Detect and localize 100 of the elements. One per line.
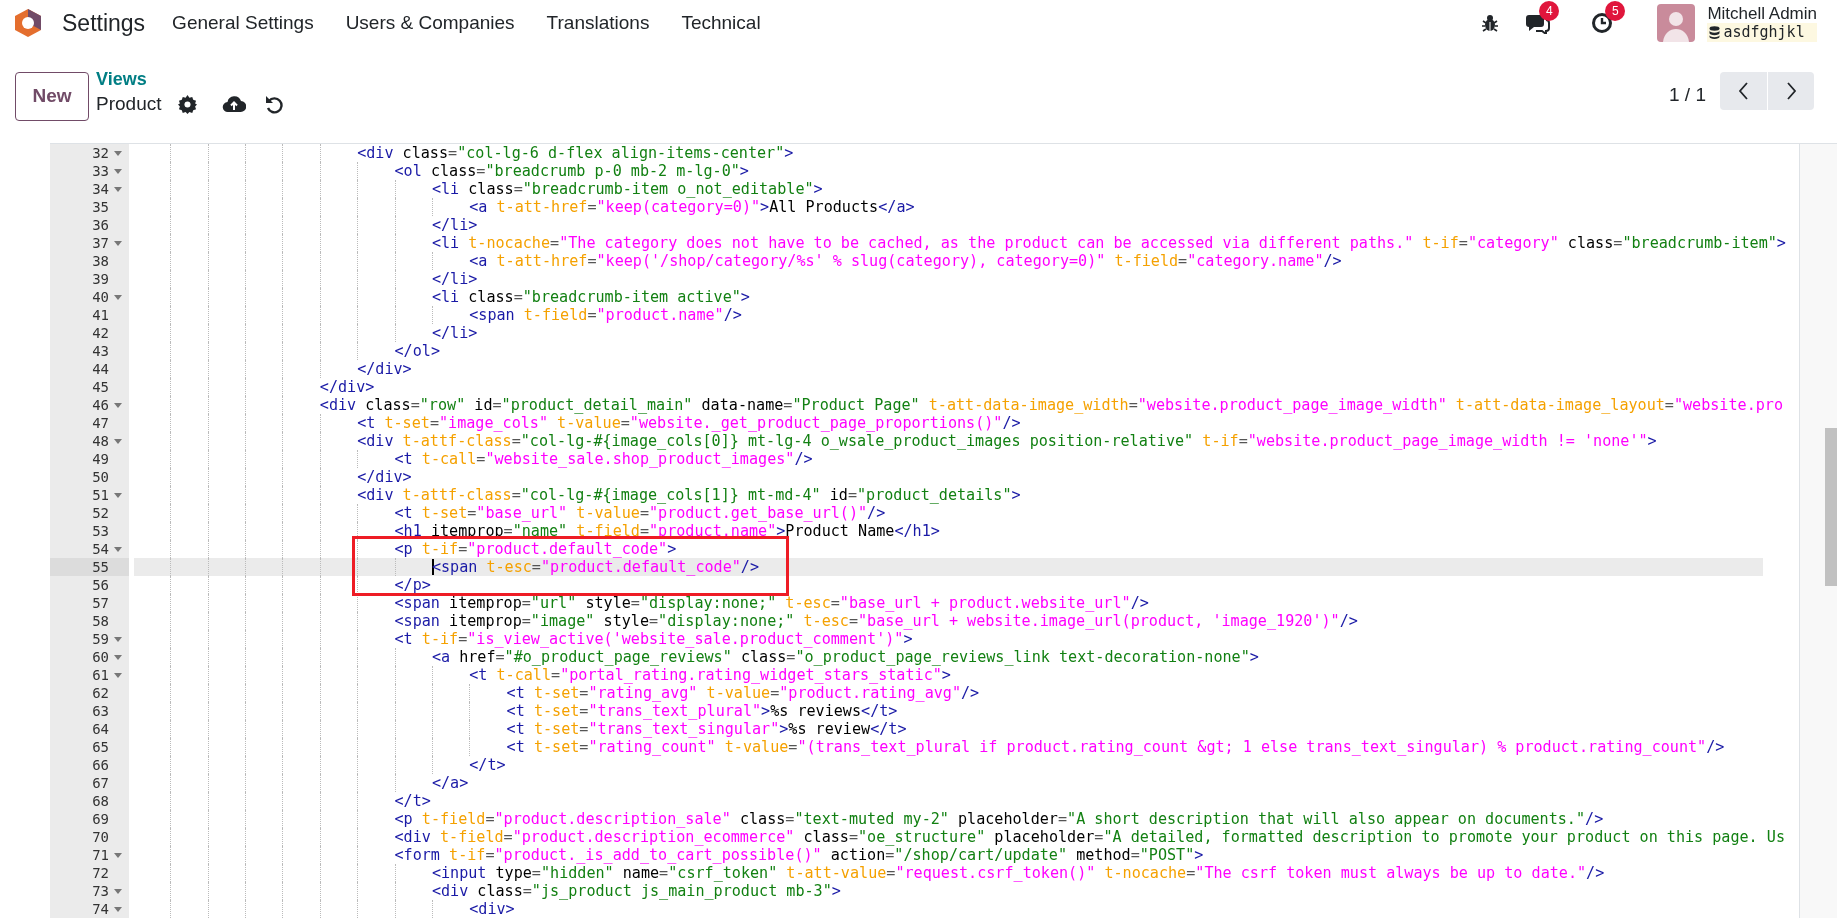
- code-line: <t t-set="trans_text_singular">%s review</t>: [506, 719, 907, 740]
- chevron-right-icon: [1785, 82, 1797, 100]
- line-number: 51: [92, 485, 109, 505]
- line-number: 48: [92, 431, 109, 451]
- code-line: <div class="col-lg-6 d-flex align-items-center">: [357, 144, 794, 164]
- line-number: 66: [92, 755, 109, 775]
- line-number: 42: [92, 323, 109, 343]
- line-number: 46: [92, 395, 109, 415]
- fold-toggle-icon[interactable]: [114, 402, 122, 408]
- line-number: 71: [92, 845, 109, 865]
- line-number: 33: [92, 161, 109, 181]
- line-number: 50: [92, 467, 109, 487]
- code-line: <t t-set="image_cols" t-value="website._get_product_page_proportions()"/>: [357, 413, 1021, 434]
- cloud-upload-icon[interactable]: [222, 95, 247, 113]
- line-number: 74: [92, 899, 109, 918]
- record-name: Product: [96, 92, 162, 116]
- code-line: <a href="#o_product_page_reviews" class="o_product_page_reviews_link text-decoration-none">: [431, 647, 1259, 668]
- previous-button[interactable]: [1720, 72, 1767, 110]
- line-number: 53: [92, 521, 109, 541]
- line-number: 44: [92, 359, 109, 379]
- user-name: Mitchell Admin: [1707, 4, 1817, 23]
- fold-toggle-icon[interactable]: [114, 240, 122, 246]
- line-number: 65: [92, 737, 109, 757]
- line-number: 35: [92, 197, 109, 217]
- notification-badge: 5: [1605, 1, 1626, 21]
- line-number: 69: [92, 809, 109, 829]
- next-button[interactable]: [1767, 72, 1814, 110]
- settings-icon[interactable]: [178, 94, 198, 114]
- line-number: 56: [92, 575, 109, 595]
- code-line: </t>: [469, 754, 506, 776]
- breadcrumb-link[interactable]: Views: [96, 68, 284, 90]
- code-line: </a>: [431, 772, 469, 794]
- line-number: 68: [92, 791, 109, 811]
- fold-toggle-icon[interactable]: [114, 672, 122, 678]
- code-line: <t t-set="rating_count" t-value="(trans_text_plural if product.rating_count &gt; 1 else trans_text_singular) % product.rating_count"/>: [506, 737, 1725, 758]
- code-line: <t t-set="trans_text_plural">%s reviews</t>: [506, 701, 898, 722]
- line-number: 52: [92, 503, 109, 523]
- code-line: <span itemprop="image" style="display:none;" t-esc="base_url + website.image_url(product, 'image_1920')"/>: [394, 611, 1358, 632]
- database-icon: [1709, 26, 1721, 39]
- line-number: 49: [92, 449, 109, 469]
- fold-toggle-icon[interactable]: [114, 654, 122, 660]
- fold-toggle-icon[interactable]: [114, 492, 122, 498]
- line-number: 47: [92, 413, 109, 433]
- code-line: <li class="breadcrumb-item o_not_editable">: [431, 179, 823, 200]
- line-number: 39: [92, 269, 109, 289]
- fold-toggle-icon[interactable]: [114, 294, 122, 300]
- code-line: <div t-attf-class="col-lg-#{image_cols[0]} mt-lg-4 o_wsale_product_images position-relative" t-if="website.product_page_image_width != 'none'">: [357, 431, 1657, 452]
- clock-icon[interactable]: [1591, 12, 1614, 34]
- code-line: <form t-if="product._is_add_to_cart_possible()" action="/shop/cart/update" method="POST">: [394, 845, 1204, 866]
- app-title: Settings: [62, 8, 146, 38]
- line-number: 61: [92, 665, 109, 685]
- fold-toggle-icon[interactable]: [114, 168, 122, 174]
- avatar-icon[interactable]: [1657, 4, 1696, 42]
- line-number: 41: [92, 305, 109, 325]
- fold-toggle-icon[interactable]: [114, 906, 122, 912]
- line-number: 70: [92, 827, 109, 847]
- code-line: </p>: [394, 574, 431, 596]
- code-line: <input type="hidden" name="csrf_token" t-att-value="request.csrf_token()" t-nocache="The csrf token must always be up to date."/>: [431, 863, 1605, 884]
- menu-item[interactable]: Translations: [546, 8, 650, 38]
- line-number: 62: [92, 683, 109, 703]
- new-button[interactable]: New: [15, 72, 89, 121]
- line-number: 45: [92, 377, 109, 397]
- app-logo-icon[interactable]: [14, 8, 42, 38]
- fold-toggle-icon[interactable]: [114, 888, 122, 894]
- fold-toggle-icon[interactable]: [114, 186, 122, 192]
- line-number: 38: [92, 251, 109, 271]
- line-number: 72: [92, 863, 109, 883]
- undo-icon[interactable]: [265, 94, 284, 114]
- code-line: <t t-set="base_url" t-value="product.get_base_url()"/>: [394, 503, 886, 524]
- line-number: 64: [92, 719, 109, 739]
- menu-item[interactable]: Users & Companies: [345, 8, 515, 38]
- line-number: 37: [92, 233, 109, 253]
- menu-item[interactable]: General Settings: [172, 8, 314, 38]
- fold-toggle-icon[interactable]: [114, 852, 122, 858]
- menu-item[interactable]: Technical: [681, 8, 761, 38]
- database-name: asdfghjkl: [1723, 23, 1805, 42]
- code-line: <span itemprop="url" style="display:none;" t-esc="base_url + product.website_url"/>: [394, 593, 1149, 614]
- line-number: 57: [92, 593, 109, 613]
- line-number: 55: [92, 557, 109, 577]
- fold-toggle-icon[interactable]: [114, 636, 122, 642]
- line-number: 60: [92, 647, 109, 667]
- scrollbar-thumb[interactable]: [1825, 428, 1837, 586]
- code-line: <t t-call="portal_rating.rating_widget_stars_static">: [469, 665, 951, 686]
- fold-toggle-icon[interactable]: [114, 546, 122, 552]
- fold-toggle-icon[interactable]: [114, 438, 122, 444]
- code-line: <div t-field="product.description_ecommerce" class="oe_structure" placeholder="A detailed, formatted description to promote your product on this page. Us: [394, 827, 1785, 848]
- line-number: 73: [92, 881, 109, 901]
- line-number: 67: [92, 773, 109, 793]
- notification-badge: 4: [1539, 1, 1560, 21]
- line-number: 54: [92, 539, 109, 559]
- pager-value: 1 / 1: [1669, 82, 1706, 107]
- line-number: 36: [92, 215, 109, 235]
- line-number: 63: [92, 701, 109, 721]
- line-number: 59: [92, 629, 109, 649]
- code-line: <t t-if="is_view_active('website_sale.product_comment')">: [394, 629, 913, 650]
- code-line: <t t-set="rating_avg" t-value="product.rating_avg"/>: [506, 683, 980, 704]
- fold-toggle-icon[interactable]: [114, 150, 122, 156]
- line-number: 43: [92, 341, 109, 361]
- bug-icon[interactable]: [1481, 14, 1500, 32]
- line-number: 34: [92, 179, 109, 199]
